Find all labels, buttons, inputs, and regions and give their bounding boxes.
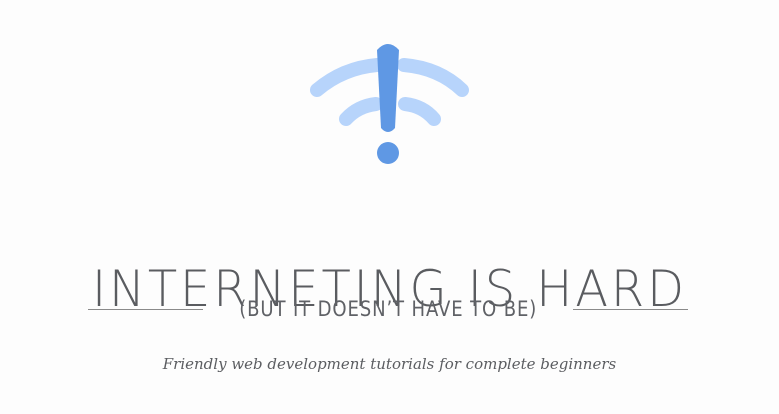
site-subtitle: (BUT IT DOESN’T HAVE TO BE): [239, 297, 537, 321]
site-tagline: Friendly web development tutorials for c…: [162, 355, 617, 373]
right-divider: [573, 308, 689, 310]
subtitle-row: (BUT IT DOESN’T HAVE TO BE): [88, 294, 689, 324]
left-divider: [88, 308, 203, 310]
wifi-exclamation-icon: [305, 38, 471, 168]
